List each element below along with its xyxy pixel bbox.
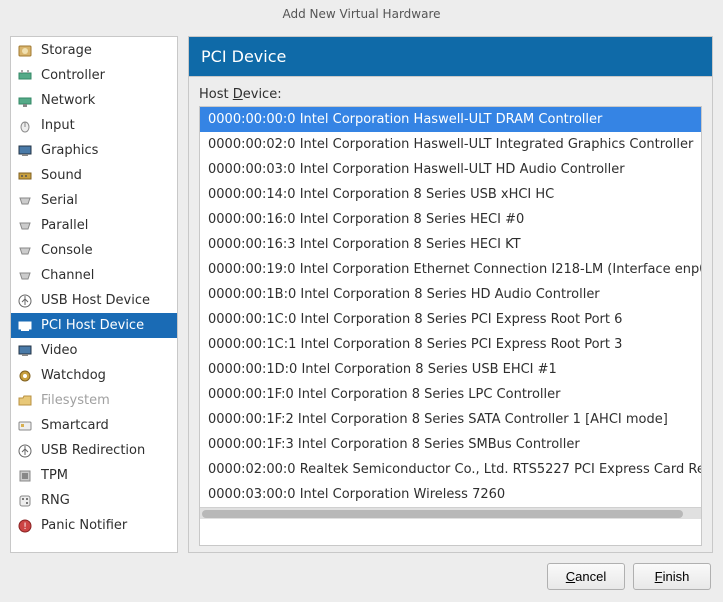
sidebar-item-sound[interactable]: Sound — [11, 163, 177, 188]
sidebar-item-label: Parallel — [41, 218, 88, 233]
device-row[interactable]: 0000:00:16:3 Intel Corporation 8 Series … — [200, 232, 701, 257]
sidebar-item-usb-host-device[interactable]: USB Host Device — [11, 288, 177, 313]
sidebar-item-label: Video — [41, 343, 77, 358]
cancel-button[interactable]: Cancel — [547, 563, 625, 590]
sidebar-item-watchdog[interactable]: Watchdog — [11, 363, 177, 388]
sidebar-item-label: Input — [41, 118, 75, 133]
device-row[interactable]: 0000:02:00:0 Realtek Semiconductor Co., … — [200, 457, 701, 482]
sidebar-item-label: PCI Host Device — [41, 318, 144, 333]
sidebar-item-label: Filesystem — [41, 393, 110, 408]
sidebar-item-label: Serial — [41, 193, 78, 208]
host-device-label: Host Device: — [199, 87, 702, 102]
sidebar-item-console[interactable]: Console — [11, 238, 177, 263]
device-row[interactable]: 0000:00:1B:0 Intel Corporation 8 Series … — [200, 282, 701, 307]
device-row[interactable]: 0000:00:14:0 Intel Corporation 8 Series … — [200, 182, 701, 207]
sidebar-item-label: Console — [41, 243, 93, 258]
device-row[interactable]: 0000:00:1D:0 Intel Corporation 8 Series … — [200, 357, 701, 382]
channel-icon — [17, 268, 33, 284]
sidebar-item-tpm[interactable]: TPM — [11, 463, 177, 488]
sidebar-item-smartcard[interactable]: Smartcard — [11, 413, 177, 438]
device-row[interactable]: 0000:00:1F:0 Intel Corporation 8 Series … — [200, 382, 701, 407]
sound-icon — [17, 168, 33, 184]
sidebar-item-rng[interactable]: RNG — [11, 488, 177, 513]
device-row[interactable]: 0000:00:16:0 Intel Corporation 8 Series … — [200, 207, 701, 232]
device-row[interactable]: 0000:00:1F:3 Intel Corporation 8 Series … — [200, 432, 701, 457]
horizontal-scrollbar[interactable] — [200, 507, 701, 519]
content-panel: PCI Device Host Device: 0000:00:00:0 Int… — [188, 36, 713, 553]
sidebar-item-label: Graphics — [41, 143, 98, 158]
sidebar-item-label: Channel — [41, 268, 94, 283]
sidebar-item-usb-redirection[interactable]: USB Redirection — [11, 438, 177, 463]
main-area: Storage Controller Network Input Graphics Sou… — [0, 28, 723, 553]
sidebar-item-label: RNG — [41, 493, 70, 508]
hardware-type-sidebar[interactable]: Storage Controller Network Input Graphics Sou… — [10, 36, 178, 553]
graphics-icon — [17, 143, 33, 159]
pci-icon — [17, 318, 33, 334]
rng-icon — [17, 493, 33, 509]
controller-icon — [17, 68, 33, 84]
panel-body: Host Device: 0000:00:00:0 Intel Corporat… — [188, 76, 713, 553]
network-icon — [17, 93, 33, 109]
filesystem-icon — [17, 393, 33, 409]
sidebar-item-label: Network — [41, 93, 95, 108]
sidebar-item-label: TPM — [41, 468, 68, 483]
device-row[interactable]: 0000:03:00:0 Intel Corporation Wireless … — [200, 482, 701, 507]
video-icon — [17, 343, 33, 359]
sidebar-item-video[interactable]: Video — [11, 338, 177, 363]
window-title: Add New Virtual Hardware — [283, 7, 441, 21]
sidebar-item-channel[interactable]: Channel — [11, 263, 177, 288]
sidebar-item-input[interactable]: Input — [11, 113, 177, 138]
sidebar-item-label: USB Redirection — [41, 443, 145, 458]
sidebar-item-graphics[interactable]: Graphics — [11, 138, 177, 163]
serial-icon — [17, 193, 33, 209]
device-row[interactable]: 0000:00:00:0 Intel Corporation Haswell-U… — [200, 107, 701, 132]
device-row[interactable]: 0000:00:1C:1 Intel Corporation 8 Series … — [200, 332, 701, 357]
storage-icon — [17, 43, 33, 59]
usb-icon — [17, 293, 33, 309]
sidebar-item-parallel[interactable]: Parallel — [11, 213, 177, 238]
sidebar-item-filesystem: Filesystem — [11, 388, 177, 413]
sidebar-item-network[interactable]: Network — [11, 88, 177, 113]
panel-title: PCI Device — [201, 47, 286, 66]
finish-button[interactable]: Finish — [633, 563, 711, 590]
panic-icon: ! — [17, 518, 33, 534]
svg-text:!: ! — [23, 522, 27, 532]
console-icon — [17, 243, 33, 259]
sidebar-item-label: USB Host Device — [41, 293, 150, 308]
smartcard-icon — [17, 418, 33, 434]
parallel-icon — [17, 218, 33, 234]
input-icon — [17, 118, 33, 134]
device-row[interactable]: 0000:00:03:0 Intel Corporation Haswell-U… — [200, 157, 701, 182]
sidebar-item-label: Sound — [41, 168, 82, 183]
host-device-list[interactable]: 0000:00:00:0 Intel Corporation Haswell-U… — [199, 106, 702, 546]
scrollbar-thumb[interactable] — [202, 510, 683, 518]
sidebar-item-label: Panic Notifier — [41, 518, 127, 533]
tpm-icon — [17, 468, 33, 484]
sidebar-item-panic-notifier[interactable]: ! Panic Notifier — [11, 513, 177, 538]
device-row[interactable]: 0000:00:1F:2 Intel Corporation 8 Series … — [200, 407, 701, 432]
sidebar-item-pci-host-device[interactable]: PCI Host Device — [11, 313, 177, 338]
sidebar-item-label: Storage — [41, 43, 92, 58]
device-row[interactable]: 0000:00:1C:0 Intel Corporation 8 Series … — [200, 307, 701, 332]
watchdog-icon — [17, 368, 33, 384]
sidebar-item-label: Controller — [41, 68, 105, 83]
dialog-buttons: Cancel Finish — [0, 553, 723, 602]
sidebar-item-label: Smartcard — [41, 418, 109, 433]
device-row[interactable]: 0000:00:19:0 Intel Corporation Ethernet … — [200, 257, 701, 282]
panel-title-banner: PCI Device — [188, 36, 713, 76]
sidebar-item-serial[interactable]: Serial — [11, 188, 177, 213]
sidebar-item-controller[interactable]: Controller — [11, 63, 177, 88]
usbredir-icon — [17, 443, 33, 459]
sidebar-item-label: Watchdog — [41, 368, 106, 383]
device-row[interactable]: 0000:00:02:0 Intel Corporation Haswell-U… — [200, 132, 701, 157]
window-titlebar: Add New Virtual Hardware — [0, 0, 723, 28]
sidebar-item-storage[interactable]: Storage — [11, 38, 177, 63]
